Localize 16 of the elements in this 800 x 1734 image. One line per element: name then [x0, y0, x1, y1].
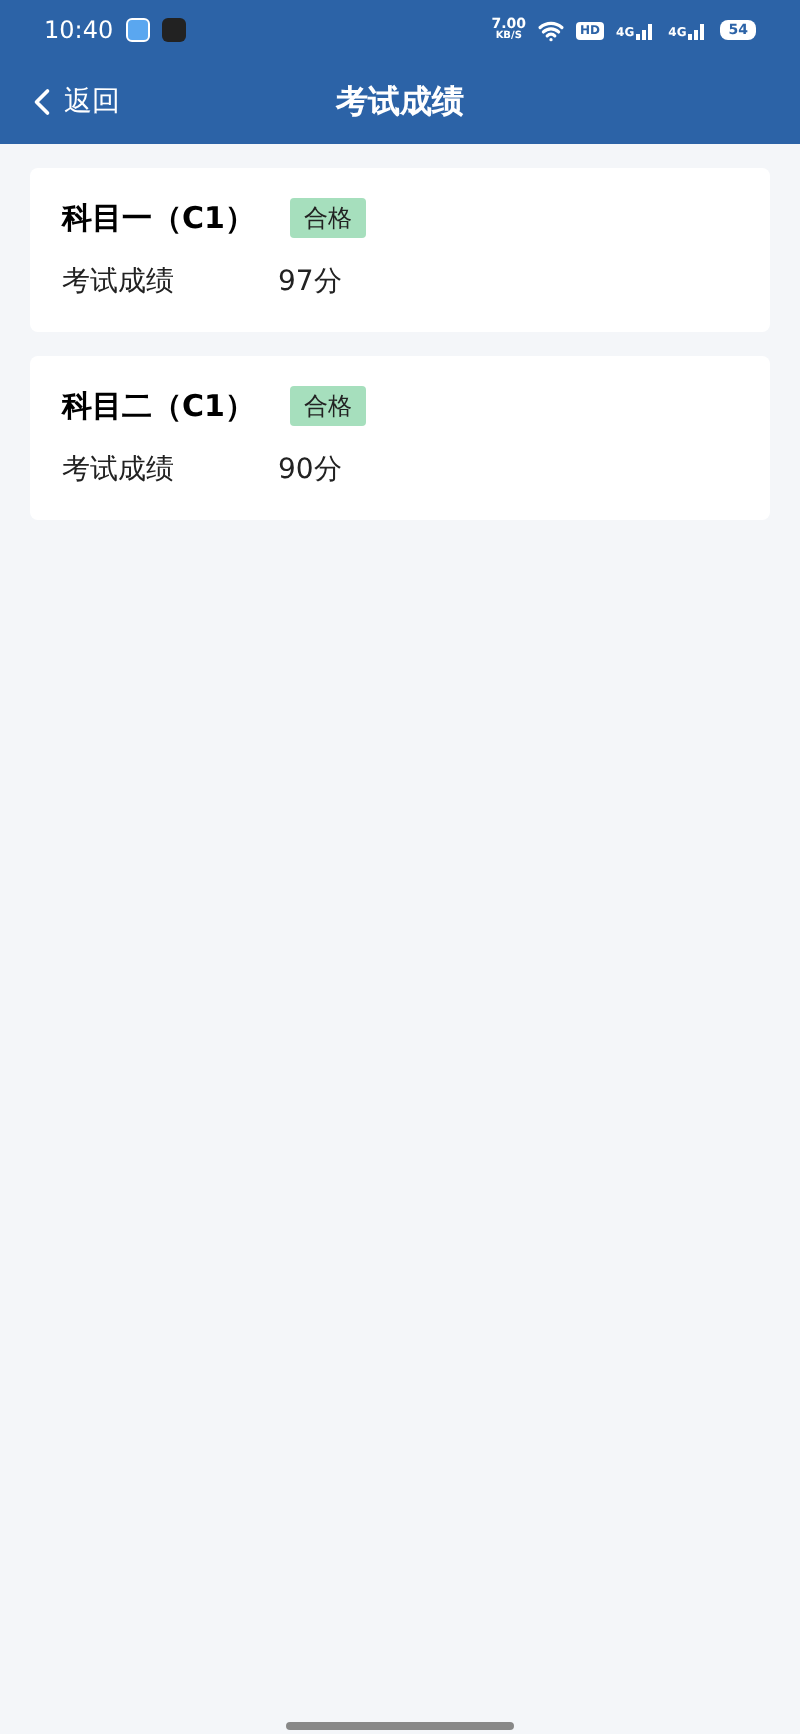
app-icon — [125, 18, 150, 42]
status-tag: 合格 — [290, 198, 366, 239]
subject-title: 科目一（C1） — [62, 198, 257, 240]
status-time: 10:40 — [44, 14, 114, 48]
score-value: 90分 — [278, 451, 342, 489]
back-button[interactable]: 返回 — [20, 80, 120, 124]
wifi-icon — [538, 17, 565, 43]
score-label: 考试成绩 — [62, 263, 176, 301]
signal-icon — [636, 20, 657, 40]
score-label: 考试成绩 — [62, 451, 176, 489]
status-tag: 合格 — [290, 386, 366, 427]
subject-title: 科目二（C1） — [62, 386, 257, 428]
app-icon — [161, 18, 186, 42]
page-title: 考试成绩 — [336, 80, 464, 124]
signal-icon — [688, 20, 709, 40]
score-value: 97分 — [278, 263, 342, 301]
